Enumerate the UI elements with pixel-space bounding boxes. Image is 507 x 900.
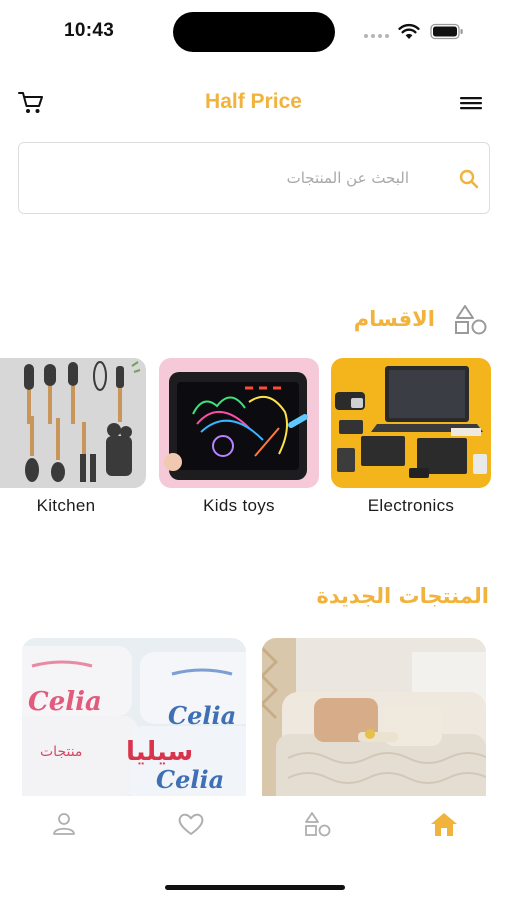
status-time: 10:43 xyxy=(64,20,115,41)
category-label: Kitchen xyxy=(36,496,96,515)
category-label: Kids toys xyxy=(203,496,275,515)
status-bar: 10:43 xyxy=(0,0,507,60)
new-products-grid[interactable]: Celia سيليا Celia Celia منتجات xyxy=(0,638,507,796)
category-label: Electronics xyxy=(367,496,455,515)
svg-text:Celia: Celia xyxy=(156,765,224,794)
bottom-navigation xyxy=(0,796,507,856)
product-brand-text: Celia xyxy=(28,687,102,717)
categories-carousel[interactable]: Electronics Kids toys Kitchen xyxy=(0,358,507,528)
categories-section-header: الاقسام xyxy=(354,303,489,335)
signal-dots-icon xyxy=(364,34,389,38)
search-icon[interactable] xyxy=(457,167,481,191)
categories-icon[interactable] xyxy=(303,810,333,838)
search-input[interactable] xyxy=(109,161,409,195)
category-card-electronics[interactable]: Electronics xyxy=(331,358,491,528)
home-icon[interactable] xyxy=(429,810,459,838)
hamburger-menu-icon[interactable] xyxy=(458,92,484,114)
electronics-photo xyxy=(331,358,491,488)
heart-icon[interactable] xyxy=(176,810,206,838)
shapes-icon xyxy=(455,305,487,335)
product-card-sofa-cover[interactable] xyxy=(262,638,486,796)
celia-product-photo: Celia سيليا Celia Celia منتجات xyxy=(22,638,246,796)
new-products-title: المنتجات الجديدة xyxy=(316,584,489,608)
category-card-kitchen[interactable]: Kitchen xyxy=(0,358,146,528)
category-card-kids-toys[interactable]: Kids toys xyxy=(159,358,319,528)
svg-text:منتجات: منتجات xyxy=(40,744,82,760)
sofa-cover-photo xyxy=(262,638,486,796)
kitchen-utensils-photo xyxy=(0,358,146,488)
svg-text:Celia: Celia xyxy=(168,701,236,730)
app-header: Half Price xyxy=(0,80,507,124)
product-card-celia[interactable]: Celia سيليا Celia Celia منتجات xyxy=(22,638,246,796)
dynamic-island xyxy=(173,12,335,52)
wifi-icon xyxy=(398,23,420,39)
search-box xyxy=(18,142,490,214)
home-indicator xyxy=(165,885,345,890)
new-products-section-header: المنتجات الجديدة xyxy=(316,584,489,608)
categories-title: الاقسام xyxy=(353,307,435,331)
app-title: Half Price xyxy=(205,90,302,113)
profile-icon[interactable] xyxy=(49,810,79,838)
product-brand-arabic: سيليا xyxy=(126,737,193,767)
drawing-tablet-photo xyxy=(159,358,319,488)
battery-icon xyxy=(430,23,463,40)
